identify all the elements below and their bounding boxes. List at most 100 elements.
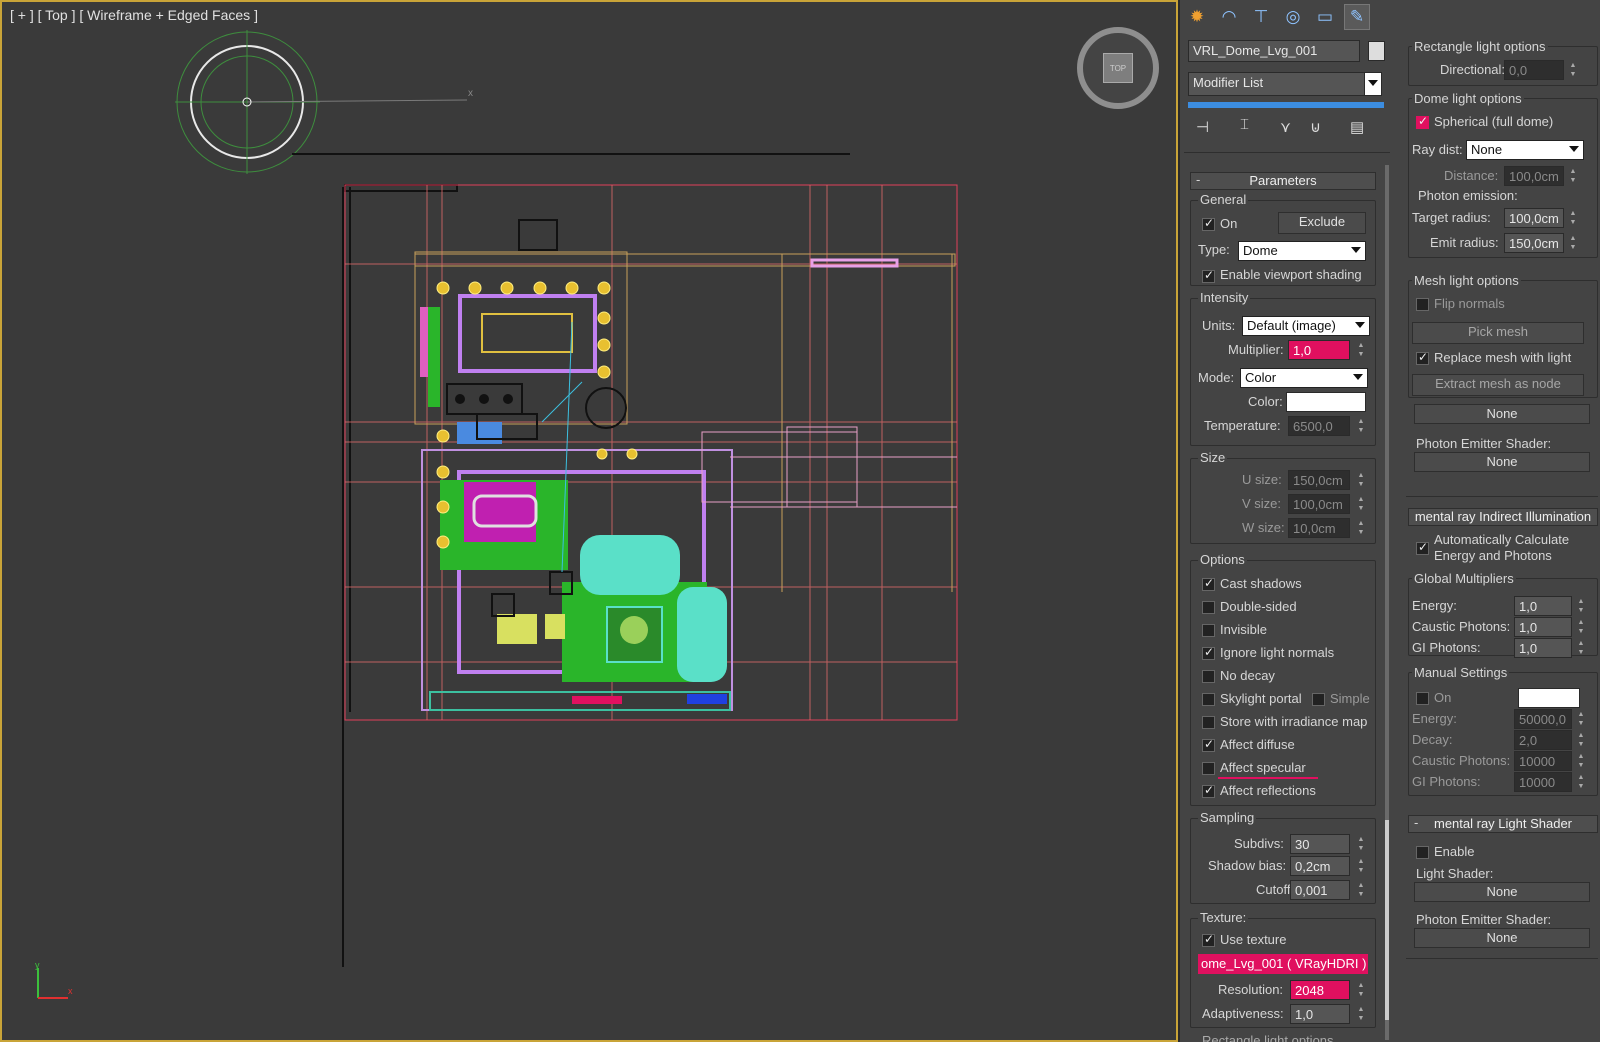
ignore-normals-checkbox[interactable] [1202, 645, 1215, 660]
modify-icon[interactable]: ◠ [1216, 4, 1242, 30]
replace-mesh-checkbox[interactable] [1416, 350, 1429, 365]
affect-reflections-checkbox[interactable] [1202, 783, 1215, 798]
enable-checkbox[interactable] [1416, 846, 1429, 859]
show-end-result-icon[interactable]: ⌶ [1240, 116, 1249, 133]
mr-indirect-rollout-title[interactable]: mental ray Indirect Illumination [1408, 508, 1598, 526]
affect-specular-checkbox[interactable] [1202, 762, 1215, 775]
pin-stack-icon[interactable]: ⊣ [1196, 118, 1209, 136]
viewcube-top-face[interactable]: TOP [1103, 53, 1133, 83]
auto-calc-checkbox[interactable] [1416, 540, 1429, 555]
distance-field[interactable]: 100,0cm [1504, 166, 1564, 186]
on-checkbox[interactable] [1202, 216, 1215, 231]
invisible-checkbox[interactable] [1202, 624, 1215, 637]
shader-none-button-2[interactable]: None [1414, 452, 1590, 472]
m-decay-spinner[interactable]: ▲ ▼ [1576, 731, 1586, 749]
spherical-checkbox[interactable] [1416, 114, 1429, 129]
double-sided-checkbox[interactable] [1202, 601, 1215, 614]
texture-map-button[interactable]: ome_Lvg_001 ( VRayHDRI ) [1198, 954, 1368, 974]
m-energy-spinner[interactable]: ▲ ▼ [1576, 710, 1586, 728]
panel-scrollbar-thumb[interactable] [1385, 820, 1389, 1020]
rollout-collapse-icon[interactable]: - [1196, 172, 1200, 187]
distance-spinner[interactable]: ▲ ▼ [1568, 167, 1578, 185]
m-gi-spinner[interactable]: ▲ ▼ [1576, 773, 1586, 791]
modifier-list-dropdown[interactable]: Modifier List [1188, 72, 1382, 96]
usize-spinner[interactable]: ▲ ▼ [1356, 471, 1366, 489]
exclude-button[interactable]: Exclude [1278, 212, 1366, 234]
raydist-dropdown[interactable]: None [1466, 140, 1584, 160]
floorplan-wireframe[interactable]: x [2, 2, 1178, 1042]
remove-modifier-icon[interactable]: ⊍ [1310, 118, 1321, 136]
skylight-portal-checkbox[interactable] [1202, 693, 1215, 706]
hierarchy-icon[interactable]: ⊤ [1248, 4, 1274, 30]
resolution-field[interactable]: 2048 [1290, 980, 1350, 1000]
mr-light-shader-rollout-title[interactable]: mental ray Light Shader [1408, 815, 1598, 833]
shadow-bias-spinner[interactable]: ▲ ▼ [1356, 857, 1366, 875]
viewport-shading-checkbox[interactable] [1202, 268, 1215, 283]
directional-field[interactable]: 0,0 [1504, 60, 1564, 80]
color-swatch[interactable] [1286, 392, 1366, 412]
cutoff-spinner[interactable]: ▲ ▼ [1356, 881, 1366, 899]
caustic-spinner[interactable]: ▲ ▼ [1576, 618, 1586, 636]
viewcube[interactable]: TOP [1077, 27, 1159, 109]
configure-modifier-sets-icon[interactable]: ▤ [1350, 118, 1364, 136]
target-radius-field[interactable]: 100,0cm [1504, 208, 1564, 228]
vsize-field[interactable]: 100,0cm [1288, 494, 1350, 514]
subdivs-field[interactable]: 30 [1290, 834, 1350, 854]
energy-field[interactable]: 1,0 [1514, 596, 1572, 616]
subdivs-spinner[interactable]: ▲ ▼ [1356, 835, 1366, 853]
type-dropdown[interactable]: Dome [1238, 241, 1366, 261]
energy-spinner[interactable]: ▲ ▼ [1576, 597, 1586, 615]
dome-light-helper[interactable]: x [175, 30, 473, 174]
adaptiveness-field[interactable]: 1,0 [1290, 1004, 1350, 1024]
emit-radius-spinner[interactable]: ▲ ▼ [1568, 234, 1578, 252]
directional-spinner[interactable]: ▲ ▼ [1568, 61, 1578, 79]
gi-spinner[interactable]: ▲ ▼ [1576, 639, 1586, 657]
caustic-field[interactable]: 1,0 [1514, 617, 1572, 637]
usize-field[interactable]: 150,0cm [1288, 470, 1350, 490]
extract-mesh-button[interactable]: Extract mesh as node [1412, 374, 1584, 396]
parameters-rollout-title[interactable]: Parameters [1190, 172, 1376, 190]
use-texture-checkbox[interactable] [1202, 932, 1215, 947]
affect-diffuse-checkbox[interactable] [1202, 737, 1215, 752]
no-decay-checkbox[interactable] [1202, 670, 1215, 683]
create-icon[interactable]: ✹ [1184, 4, 1210, 30]
temperature-spinner[interactable]: ▲ ▼ [1356, 417, 1366, 435]
m-energy-field[interactable]: 50000,0 [1514, 709, 1572, 729]
viewport-label[interactable]: [ + ] [ Top ] [ Wireframe + Edged Faces … [10, 7, 258, 23]
multiplier-field[interactable]: 1,0 [1288, 340, 1350, 360]
motion-icon[interactable]: ◎ [1280, 4, 1306, 30]
store-irradiance-checkbox[interactable] [1202, 716, 1215, 729]
simple-checkbox[interactable] [1312, 693, 1325, 706]
m-caustic-spinner[interactable]: ▲ ▼ [1576, 752, 1586, 770]
display-icon[interactable]: ▭ [1312, 4, 1338, 30]
wsize-field[interactable]: 10,0cm [1288, 518, 1350, 538]
photon-shader-none-button[interactable]: None [1414, 928, 1590, 948]
light-shader-none-button[interactable]: None [1414, 882, 1590, 902]
viewport-top[interactable]: x [+] [Top] [Wireframe + Edged Face… [0, 0, 1178, 1042]
adaptiveness-spinner[interactable]: ▲ ▼ [1356, 1005, 1366, 1023]
cutoff-field[interactable]: 0,001 [1290, 880, 1350, 900]
object-name-field[interactable]: VRL_Dome_Lvg_001 [1188, 40, 1360, 62]
emit-radius-field[interactable]: 150,0cm [1504, 233, 1564, 253]
multiplier-spinner[interactable]: ▲ ▼ [1356, 341, 1366, 359]
shader-none-button-1[interactable]: None [1414, 404, 1590, 424]
units-dropdown[interactable]: Default (image) [1242, 316, 1370, 336]
manual-color-swatch[interactable] [1518, 688, 1580, 708]
utilities-icon[interactable]: ✎ [1344, 4, 1370, 30]
resolution-spinner[interactable]: ▲ ▼ [1356, 981, 1366, 999]
manual-on-checkbox[interactable] [1416, 692, 1429, 705]
modifier-stack-selection[interactable] [1188, 102, 1384, 108]
object-color-swatch[interactable] [1368, 41, 1385, 61]
temperature-field[interactable]: 6500,0 [1288, 416, 1350, 436]
m-decay-field[interactable]: 2,0 [1514, 730, 1572, 750]
flip-normals-checkbox[interactable] [1416, 298, 1429, 311]
cast-shadows-checkbox[interactable] [1202, 576, 1215, 591]
shadow-bias-field[interactable]: 0,2cm [1290, 856, 1350, 876]
rollout-collapse-icon[interactable]: - [1414, 815, 1418, 830]
m-caustic-field[interactable]: 10000 [1514, 751, 1572, 771]
wsize-spinner[interactable]: ▲ ▼ [1356, 519, 1366, 537]
gi-field[interactable]: 1,0 [1514, 638, 1572, 658]
m-gi-field[interactable]: 10000 [1514, 772, 1572, 792]
pick-mesh-button[interactable]: Pick mesh [1412, 322, 1584, 344]
make-unique-icon[interactable]: ⋎ [1280, 118, 1291, 136]
